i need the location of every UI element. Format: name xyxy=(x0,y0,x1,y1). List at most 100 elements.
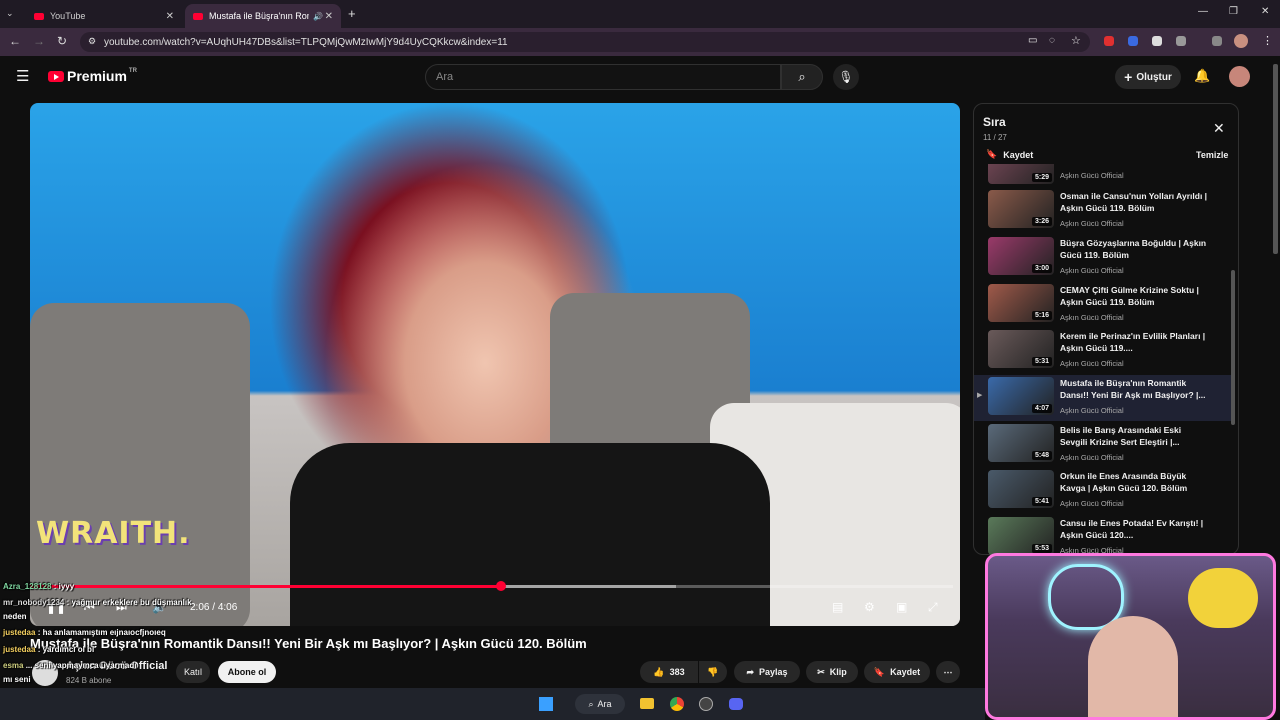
minimize-icon[interactable]: — xyxy=(1198,6,1208,17)
taskbar-search[interactable]: ⌕ Ara xyxy=(575,694,625,714)
queue-thumbnail: 5:29 xyxy=(988,164,1054,184)
tab-label: YouTube xyxy=(50,11,86,21)
app-icon[interactable] xyxy=(699,697,713,711)
browser-menu-icon[interactable]: ⋮ xyxy=(1262,34,1273,47)
clip-label: Klip xyxy=(829,667,847,677)
tab-video[interactable]: Mustafa ile Büşra'nın Romant 🔊 ✕ xyxy=(185,4,341,28)
more-actions-button[interactable]: ⋯ xyxy=(936,661,960,683)
tab-youtube[interactable]: YouTube ✕ xyxy=(26,4,182,28)
queue-item[interactable]: 5:31 Kerem ile Perinaz'ın Evlilik Planlar… xyxy=(974,328,1232,374)
queue-close-icon[interactable]: ✕ xyxy=(1213,120,1225,137)
chrome-icon[interactable] xyxy=(670,697,684,711)
reading-list-icon[interactable] xyxy=(1212,36,1222,46)
queue-position: 11 / 27 xyxy=(983,133,1007,142)
video-title: Mustafa ile Büşra'nın Romantik Dansı!! Y… xyxy=(30,636,587,651)
close-icon[interactable]: ✕ xyxy=(166,11,174,22)
queue-item[interactable]: 5:41 Orkun ile Enes Arasında Büyük Kavga … xyxy=(974,468,1232,514)
cast-icon[interactable]: ▭ xyxy=(1028,35,1037,46)
queue-item-channel: Aşkın Gücü Official xyxy=(1060,453,1124,462)
address-bar[interactable]: ⚙ youtube.com/watch?v=AUqhUH47DBs&list=T… xyxy=(80,32,1090,52)
time-display: 2:06 / 4:06 xyxy=(190,602,238,613)
chat-text: mı seni xyxy=(3,675,31,684)
eye-off-icon[interactable]: ◌ xyxy=(1049,35,1055,46)
queue-thumbnail: 5:41 xyxy=(988,470,1054,508)
voice-search-button[interactable]: 🎙 xyxy=(833,64,859,90)
tab-list-icon[interactable]: ⌄ xyxy=(6,8,14,19)
speaker-icon[interactable]: 🔊 xyxy=(313,12,323,21)
miniplayer-icon[interactable]: ▣ xyxy=(896,600,907,614)
queue-item-channel: Aşkın Gücü Official xyxy=(1060,313,1124,322)
subscribe-button[interactable]: Abone ol xyxy=(218,661,276,683)
windows-start-icon[interactable] xyxy=(539,697,553,711)
account-avatar[interactable] xyxy=(1229,66,1250,87)
join-button[interactable]: Katıl xyxy=(176,661,210,683)
create-button[interactable]: + Oluştur xyxy=(1115,65,1181,89)
extensions-icon[interactable] xyxy=(1176,36,1186,46)
youtube-favicon-icon xyxy=(193,12,203,20)
queue-item-channel: Aşkın Gücü Official xyxy=(1060,406,1124,415)
video-duration: 3:00 xyxy=(1031,264,1052,273)
discord-icon[interactable] xyxy=(729,698,743,710)
youtube-premium-logo[interactable]: Premium TR xyxy=(48,68,137,84)
duration: 4:06 xyxy=(217,602,238,613)
page-scrollbar[interactable] xyxy=(1273,64,1278,254)
scrubber-handle[interactable] xyxy=(495,581,506,591)
file-explorer-icon[interactable] xyxy=(640,698,654,709)
queue-item[interactable]: 5:16 CEMAY Çifti Gülme Krizine Soktu | Aş… xyxy=(974,282,1232,328)
video-progress-bar[interactable] xyxy=(30,581,953,591)
subtitles-icon[interactable]: ▤ xyxy=(832,600,843,614)
extension-icon[interactable] xyxy=(1128,36,1138,46)
queue-thumbnail: 5:48 xyxy=(988,424,1054,462)
site-info-icon[interactable]: ⚙ xyxy=(88,36,96,47)
notifications-bell-icon[interactable]: 🔔 xyxy=(1194,68,1210,84)
scissors-icon: ✂ xyxy=(817,666,825,677)
dislike-button[interactable]: 👎 xyxy=(699,661,727,683)
queue-item[interactable]: 5:48 Belis ile Barış Arasındaki Eski Sevg… xyxy=(974,422,1232,468)
share-icon: ➦ xyxy=(746,666,754,677)
fullscreen-icon[interactable]: ⤢ xyxy=(928,600,938,615)
subscribe-label: Abone ol xyxy=(227,667,267,677)
microphone-icon: 🎙 xyxy=(838,70,854,84)
close-icon[interactable]: ✕ xyxy=(325,11,333,22)
reload-icon[interactable]: ↻ xyxy=(57,34,67,48)
queue-item-channel: Aşkın Gücü Official xyxy=(1060,499,1124,508)
search-input[interactable]: Ara xyxy=(425,64,781,90)
clip-button[interactable]: ✂ Klip xyxy=(806,661,858,683)
search-button[interactable]: ⌕ xyxy=(781,64,823,90)
settings-gear-icon[interactable]: ⚙ xyxy=(864,600,875,614)
queue-item-title: CEMAY Çifti Gülme Krizine Soktu | Aşkın … xyxy=(1060,285,1199,307)
save-button[interactable]: 🔖 Kaydet xyxy=(864,661,930,683)
share-button[interactable]: ➦ Paylaş xyxy=(734,661,800,683)
forward-icon[interactable]: → xyxy=(33,34,45,48)
hamburger-menu-icon[interactable]: ☰ xyxy=(16,67,29,85)
queue-item-title: Büşra Gözyaşlarına Boğuldu | Aşkın Gücü … xyxy=(1060,238,1207,260)
thumbs-down-icon: 👎 xyxy=(707,666,719,677)
queue-item-title: Osman ile Cansu'nun Yolları Ayrıldı | Aş… xyxy=(1060,191,1208,213)
bookmark-star-icon[interactable]: ☆ xyxy=(1071,34,1081,47)
back-icon[interactable]: ← xyxy=(9,34,21,48)
queue-clear-button[interactable]: Temizle xyxy=(1196,150,1228,160)
video-duration: 5:48 xyxy=(1031,451,1052,460)
queue-item[interactable]: 3:26 Osman ile Cansu'nun Yolları Ayrıldı … xyxy=(974,188,1232,234)
extension-icon[interactable] xyxy=(1152,36,1162,46)
profile-avatar[interactable] xyxy=(1234,34,1248,48)
queue-item-title: Kerem ile Perinaz'ın Evlilik Planları | … xyxy=(1060,331,1206,353)
like-button[interactable]: 👍 383 xyxy=(640,661,698,683)
restore-icon[interactable]: ❐ xyxy=(1229,6,1238,17)
more-icon: ⋯ xyxy=(943,666,953,677)
search-icon: ⌕ xyxy=(588,698,594,709)
queue-item[interactable]: 5:29 Aşkın Gücü Official xyxy=(974,164,1232,186)
queue-item[interactable]: ▶ 4:07 Mustafa ile Büşra'nın Romantik Dans… xyxy=(974,375,1232,421)
new-tab-icon[interactable]: + xyxy=(348,6,356,21)
queue-save-button[interactable]: 🔖 Kaydet xyxy=(986,149,1033,160)
chat-username: Azra_128128 xyxy=(3,582,52,591)
video-duration: 5:53 xyxy=(1031,544,1052,553)
chat-message: justedaa : ha anlamamıştım eıjnaıocfjnoı… xyxy=(3,628,166,637)
video-duration: 5:29 xyxy=(1031,173,1052,182)
queue-item[interactable]: 3:00 Büşra Gözyaşlarına Boğuldu | Aşkın G… xyxy=(974,235,1232,281)
extension-icon[interactable] xyxy=(1104,36,1114,46)
window-close-icon[interactable]: ✕ xyxy=(1261,6,1269,17)
queue-scrollbar[interactable] xyxy=(1231,270,1235,425)
bookmark-icon: 🔖 xyxy=(986,149,998,159)
queue-item-channel: Aşkın Gücü Official xyxy=(1060,266,1124,275)
